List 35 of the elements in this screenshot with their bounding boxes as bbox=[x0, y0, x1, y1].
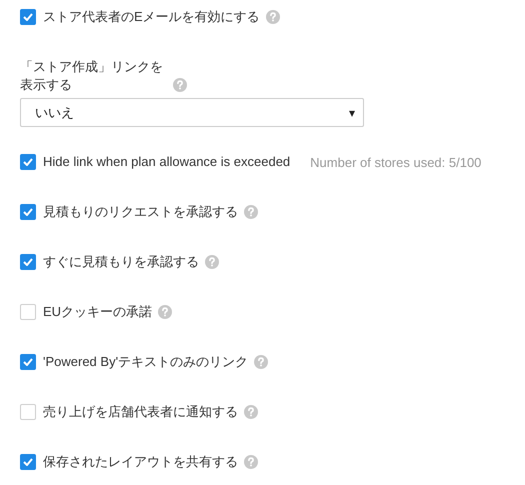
checkbox[interactable] bbox=[20, 9, 36, 25]
option-label: 保存されたレイアウトを共有する bbox=[43, 453, 238, 471]
checkbox[interactable] bbox=[20, 204, 36, 220]
checkbox[interactable] bbox=[20, 354, 36, 370]
help-icon[interactable] bbox=[266, 10, 280, 24]
option-label: 見積もりのリクエストを承認する bbox=[43, 203, 238, 221]
option-label: Hide link when plan allowance is exceeded bbox=[43, 153, 290, 171]
checkbox[interactable] bbox=[20, 154, 36, 170]
checkmark-icon bbox=[23, 458, 33, 466]
field-label: 「ストア作成」リンクを表示する bbox=[20, 58, 164, 94]
selected-value: いいえ bbox=[35, 104, 74, 122]
help-icon[interactable] bbox=[158, 305, 172, 319]
checkmark-icon bbox=[23, 358, 33, 366]
help-icon[interactable] bbox=[244, 405, 258, 419]
option-label: すぐに見積もりを承認する bbox=[43, 253, 199, 271]
help-icon[interactable] bbox=[254, 355, 268, 369]
help-icon[interactable] bbox=[244, 455, 258, 469]
checkmark-icon bbox=[23, 13, 33, 21]
help-icon[interactable] bbox=[205, 255, 219, 269]
option-label: EUクッキーの承諾 bbox=[43, 303, 152, 321]
checkbox[interactable] bbox=[20, 454, 36, 470]
checkmark-icon bbox=[23, 208, 33, 216]
checkbox[interactable] bbox=[20, 304, 36, 320]
checkmark-icon bbox=[23, 258, 33, 266]
option-label: ストア代表者のEメールを有効にする bbox=[43, 8, 260, 26]
caret-icon: ▾ bbox=[348, 106, 355, 120]
help-icon[interactable] bbox=[172, 78, 187, 92]
checkmark-icon bbox=[23, 158, 33, 166]
checkbox[interactable] bbox=[20, 254, 36, 270]
usage-note: Number of stores used: 5/100 bbox=[310, 154, 482, 170]
option-label: 'Powered By'テキストのみのリンク bbox=[43, 353, 248, 371]
dropdown-select[interactable]: いいえ ▾ bbox=[20, 98, 364, 127]
checkbox[interactable] bbox=[20, 404, 36, 420]
option-label: 売り上げを店舗代表者に通知する bbox=[43, 403, 238, 421]
help-icon[interactable] bbox=[244, 205, 258, 219]
